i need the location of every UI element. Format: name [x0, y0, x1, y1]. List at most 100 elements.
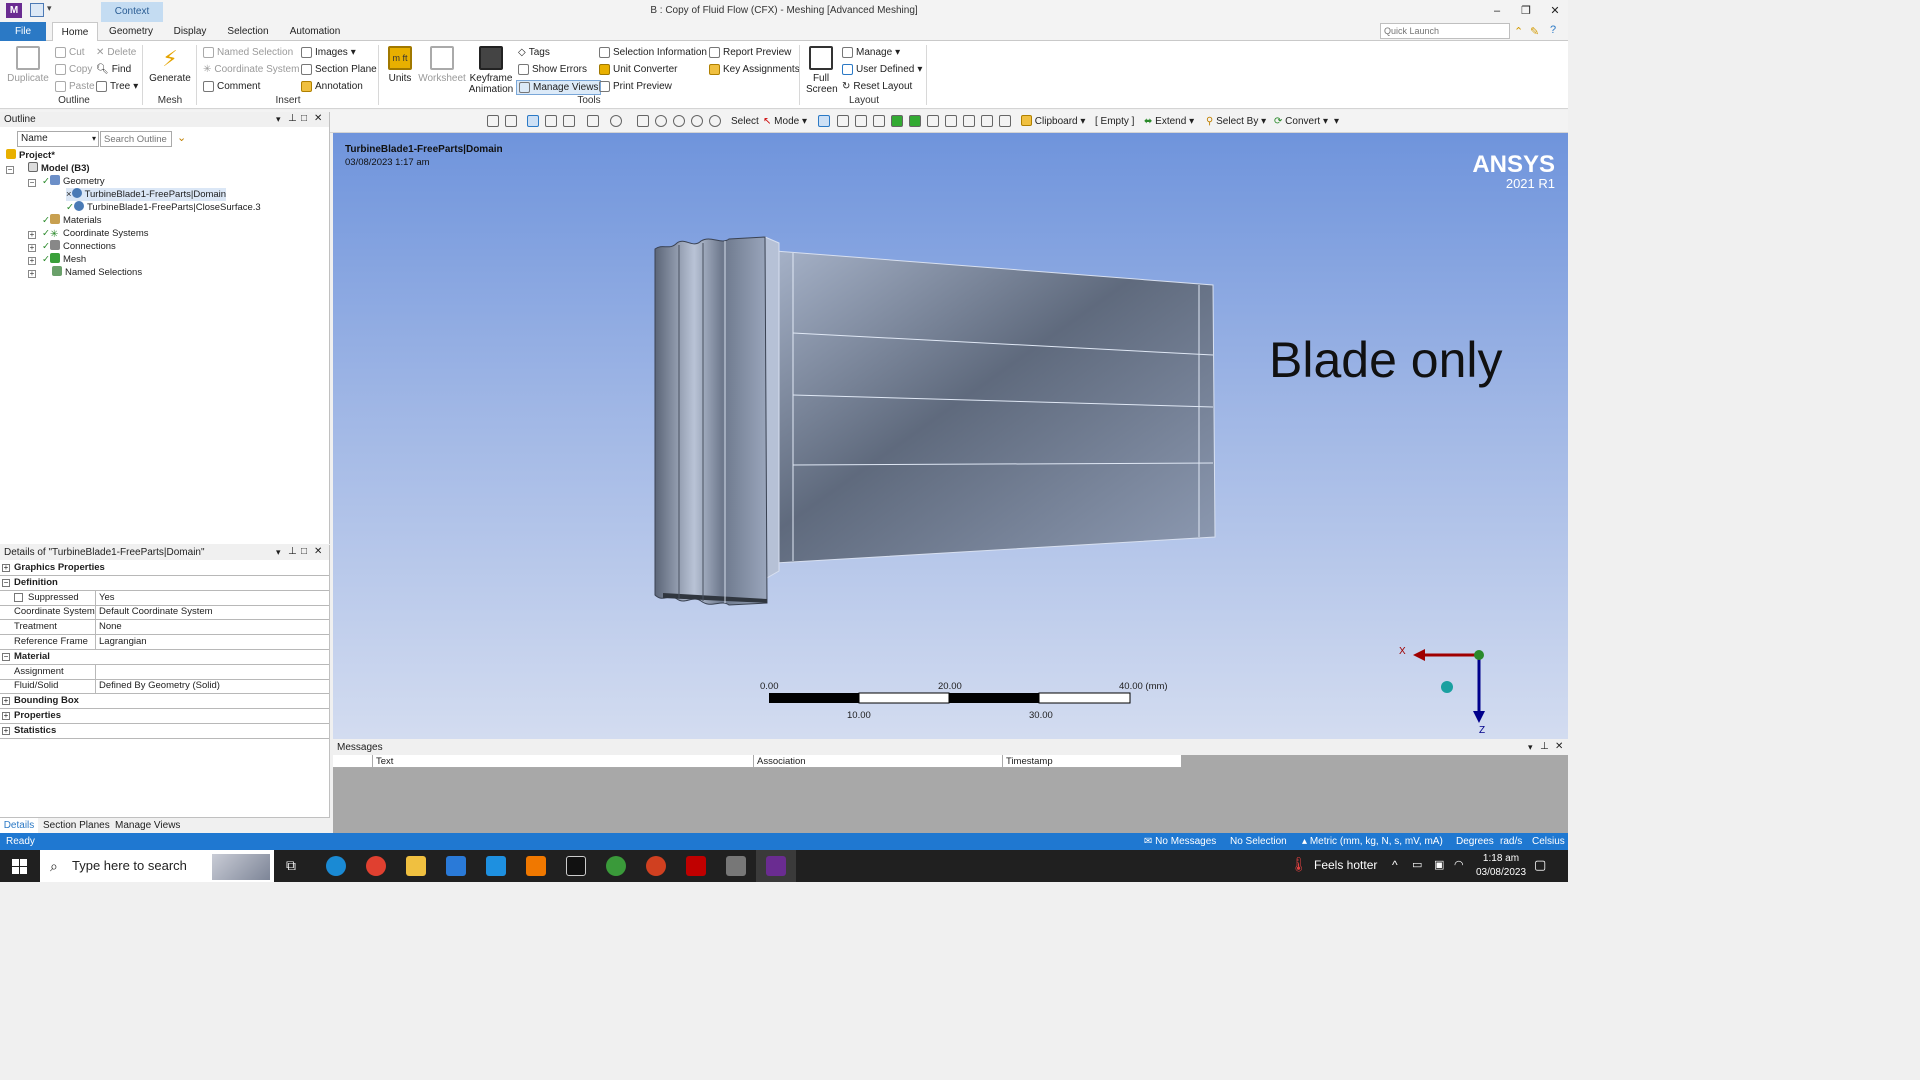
maximize-icon[interactable]: □ — [301, 113, 307, 124]
select-body-icon[interactable] — [818, 115, 830, 127]
windows-start-icon[interactable] — [12, 859, 27, 874]
edit-icon[interactable]: ✎ — [1530, 25, 1539, 38]
tab-section-planes[interactable]: Section Planes — [43, 818, 110, 833]
tree-item-geometry[interactable]: ✓ Geometry — [42, 175, 105, 188]
named-selection-button[interactable]: Named Selection — [203, 47, 293, 58]
wifi-icon[interactable]: ◠ — [1454, 858, 1464, 871]
comment-button[interactable]: Comment — [203, 81, 260, 92]
weather-text[interactable]: Feels hotter — [1314, 858, 1377, 872]
details-row[interactable]: Assignment — [0, 664, 329, 680]
store-icon[interactable] — [446, 856, 466, 876]
reset-layout-button[interactable]: ↻ Reset Layout — [842, 81, 912, 92]
tab-geometry[interactable]: Geometry — [104, 22, 158, 41]
chevron-up-icon[interactable]: ⌃ — [1514, 25, 1523, 38]
column-association[interactable]: Association — [753, 755, 1002, 768]
close-icon[interactable]: ✕ — [314, 546, 322, 557]
tree-item-mesh[interactable]: ✓ Mesh — [42, 253, 86, 266]
column-timestamp[interactable]: Timestamp — [1002, 755, 1181, 768]
quick-launch-input[interactable] — [1380, 23, 1510, 39]
outline-search-input[interactable] — [100, 131, 172, 147]
clipboard-button[interactable]: Clipboard ▾ — [1021, 114, 1085, 129]
tray-chevron-icon[interactable]: ^ — [1392, 858, 1398, 872]
wb-icon[interactable] — [726, 856, 746, 876]
chrome-icon[interactable] — [366, 856, 386, 876]
filter-dropdown-icon[interactable]: ⌄ — [177, 131, 186, 144]
status-messages[interactable]: ✉ No Messages — [1144, 833, 1216, 850]
expand-icon[interactable]: + — [2, 564, 10, 572]
details-category[interactable]: + Properties — [0, 709, 329, 724]
maximize-icon[interactable]: □ — [301, 546, 307, 557]
tree-item-named-selections[interactable]: Named Selections — [52, 266, 142, 279]
column-text[interactable]: Text — [372, 755, 753, 768]
task-view-icon[interactable]: ⧉ — [286, 857, 296, 874]
notification-icon[interactable]: ▢ — [1534, 857, 1546, 873]
solidworks-icon[interactable] — [686, 856, 706, 876]
unit-converter-button[interactable]: Unit Converter — [599, 64, 677, 75]
collapse-icon[interactable]: − — [28, 179, 36, 187]
keyframe-animation-button[interactable]: Keyframe Animation — [467, 46, 515, 95]
show-errors-button[interactable]: Show Errors — [518, 64, 587, 75]
save-icon[interactable] — [30, 3, 44, 17]
print-preview-button[interactable]: Print Preview — [599, 81, 672, 92]
section-plane-button[interactable]: Section Plane — [301, 64, 377, 75]
worksheet-button[interactable]: Worksheet — [418, 46, 466, 84]
status-rate[interactable]: rad/s — [1500, 833, 1522, 850]
copy-button[interactable]: Copy — [55, 64, 92, 75]
panel-menu-icon[interactable]: ▾ — [1528, 742, 1533, 753]
expand-icon[interactable]: + — [28, 231, 36, 239]
details-category[interactable]: + Graphics Properties — [0, 561, 329, 576]
pin-icon[interactable]: ⊥ — [288, 546, 297, 557]
tags-button[interactable]: ◇ Tags — [518, 47, 550, 58]
tab-selection[interactable]: Selection — [222, 22, 274, 41]
tab-home[interactable]: Home — [52, 22, 98, 42]
select-face-icon[interactable] — [873, 115, 885, 127]
delete-button[interactable]: ✕ Delete — [96, 47, 136, 58]
select-element-icon[interactable] — [891, 115, 903, 127]
tree-item-coordinate-systems[interactable]: ✓✳ Coordinate Systems — [42, 227, 149, 240]
user-defined-button[interactable]: User Defined ▾ — [842, 64, 922, 75]
tree-item-connections[interactable]: ✓ Connections — [42, 240, 116, 253]
expand-icon[interactable]: + — [2, 726, 10, 735]
details-row[interactable]: Suppressed Yes — [0, 590, 329, 606]
units-button[interactable]: m ft Units — [386, 46, 414, 84]
select-mesh-icon[interactable] — [927, 115, 939, 127]
duplicate-button[interactable]: Duplicate — [6, 46, 50, 84]
close-icon[interactable]: ✕ — [314, 113, 322, 124]
full-screen-button[interactable]: Full Screen — [806, 46, 838, 95]
status-angle[interactable]: Degrees — [1456, 833, 1494, 850]
ruler-icon[interactable] — [999, 115, 1011, 127]
explode-icon[interactable] — [963, 115, 975, 127]
pin-icon[interactable]: ⊥ — [288, 113, 297, 124]
blade-model[interactable] — [333, 133, 1568, 739]
workbench-icon[interactable] — [566, 856, 586, 876]
clock-date[interactable]: 03/08/2023 — [1470, 867, 1532, 878]
edges-icon[interactable] — [563, 115, 575, 127]
details-value[interactable]: Defined By Geometry (Solid) — [99, 679, 220, 693]
select-node-icon[interactable] — [909, 115, 921, 127]
magnify-icon[interactable] — [709, 115, 721, 127]
isometric-ball-icon[interactable] — [1441, 681, 1453, 693]
details-row[interactable]: Fluid/Solid Defined By Geometry (Solid) — [0, 679, 329, 695]
report-preview-button[interactable]: Report Preview — [709, 47, 791, 58]
select-edge-icon[interactable] — [855, 115, 867, 127]
tab-manage-views[interactable]: Manage Views — [115, 818, 180, 833]
pin-icon[interactable]: ⊥ — [1540, 741, 1549, 752]
display-icon[interactable]: ▣ — [1434, 858, 1444, 871]
zoom-icon[interactable] — [655, 115, 667, 127]
find-button[interactable]: 🔍︎ Find — [96, 64, 131, 75]
zoom-fit-icon[interactable] — [691, 115, 703, 127]
expand-icon[interactable]: + — [28, 257, 36, 265]
clock-time[interactable]: 1:18 am — [1476, 853, 1526, 864]
tree-item-closesurface[interactable]: ✓ TurbineBlade1-FreeParts|CloseSurface.3 — [66, 201, 261, 214]
convert-button[interactable]: ⟳ Convert ▾ — [1274, 114, 1328, 129]
pan-icon[interactable] — [637, 115, 649, 127]
tree-item-project[interactable]: Project* — [6, 149, 55, 162]
help-icon[interactable]: ? — [1550, 24, 1556, 36]
tree-item-materials[interactable]: ✓ Materials — [42, 214, 102, 227]
box-zoom-icon[interactable] — [673, 115, 685, 127]
details-value[interactable]: Default Coordinate System — [99, 605, 213, 619]
restore-button[interactable]: ❐ — [1517, 4, 1535, 18]
cut-button[interactable]: Cut — [55, 47, 85, 58]
outline-filter-select[interactable]: Name ▾ — [17, 131, 99, 147]
details-row[interactable]: Reference Frame Lagrangian — [0, 635, 329, 650]
